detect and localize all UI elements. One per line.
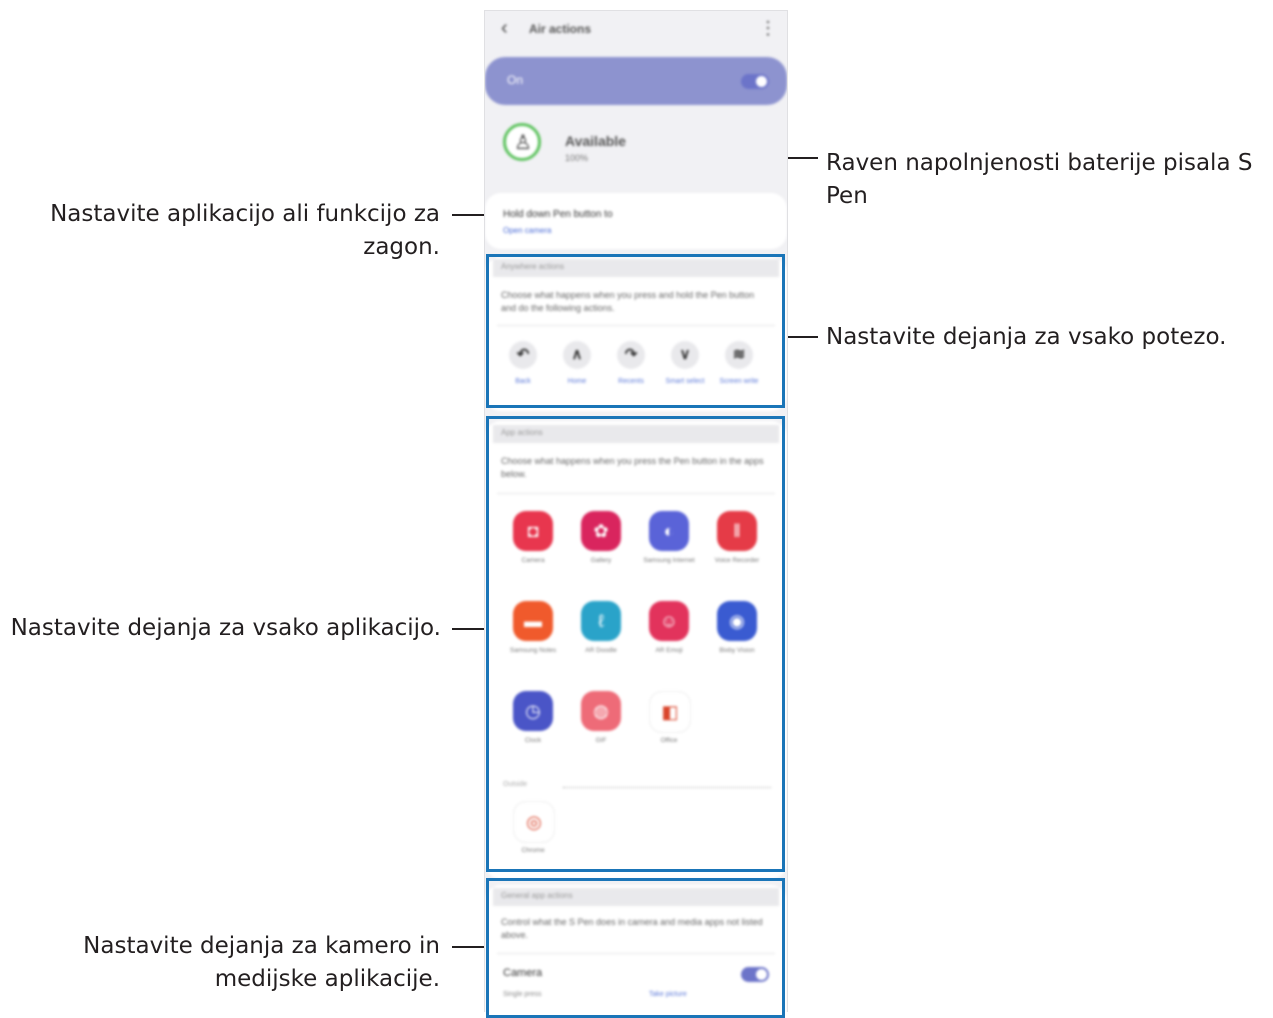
- highlight-app-actions: [486, 416, 785, 872]
- s-pen-icon: ♙: [503, 123, 541, 161]
- screen-title: Air actions: [529, 22, 592, 36]
- back-arrow-icon[interactable]: ‹: [501, 17, 508, 40]
- highlight-anywhere-actions: [486, 254, 785, 408]
- callout-apps: Nastavite dejanja za vsako aplikacijo.: [10, 615, 441, 641]
- hold-button-title: Hold down Pen button to: [503, 209, 613, 220]
- callout-gestures: Nastavite dejanja za vsako potezo.: [826, 324, 1227, 350]
- master-toggle[interactable]: [741, 74, 769, 89]
- master-switch-bar[interactable]: On: [485, 57, 787, 105]
- on-label: On: [507, 73, 524, 87]
- hold-button-card[interactable]: [485, 193, 787, 249]
- callout-app-launch: Nastavite aplikacijo ali funkcijo za zag…: [50, 201, 440, 260]
- highlight-general-actions: [486, 878, 785, 1018]
- battery-level: 100%: [565, 153, 589, 163]
- leader-line-gestures: [785, 336, 818, 338]
- callout-camera-media: Nastavite dejanja za kamero in medijske …: [83, 933, 440, 992]
- top-bar: ‹ Air actions ⋮: [485, 11, 787, 49]
- more-options-icon[interactable]: ⋮: [759, 18, 777, 39]
- pen-status: Available: [565, 133, 626, 149]
- hold-button-value[interactable]: Open camera: [503, 226, 551, 235]
- callout-battery: Raven napolnjenosti baterije pisala S Pe…: [826, 150, 1253, 209]
